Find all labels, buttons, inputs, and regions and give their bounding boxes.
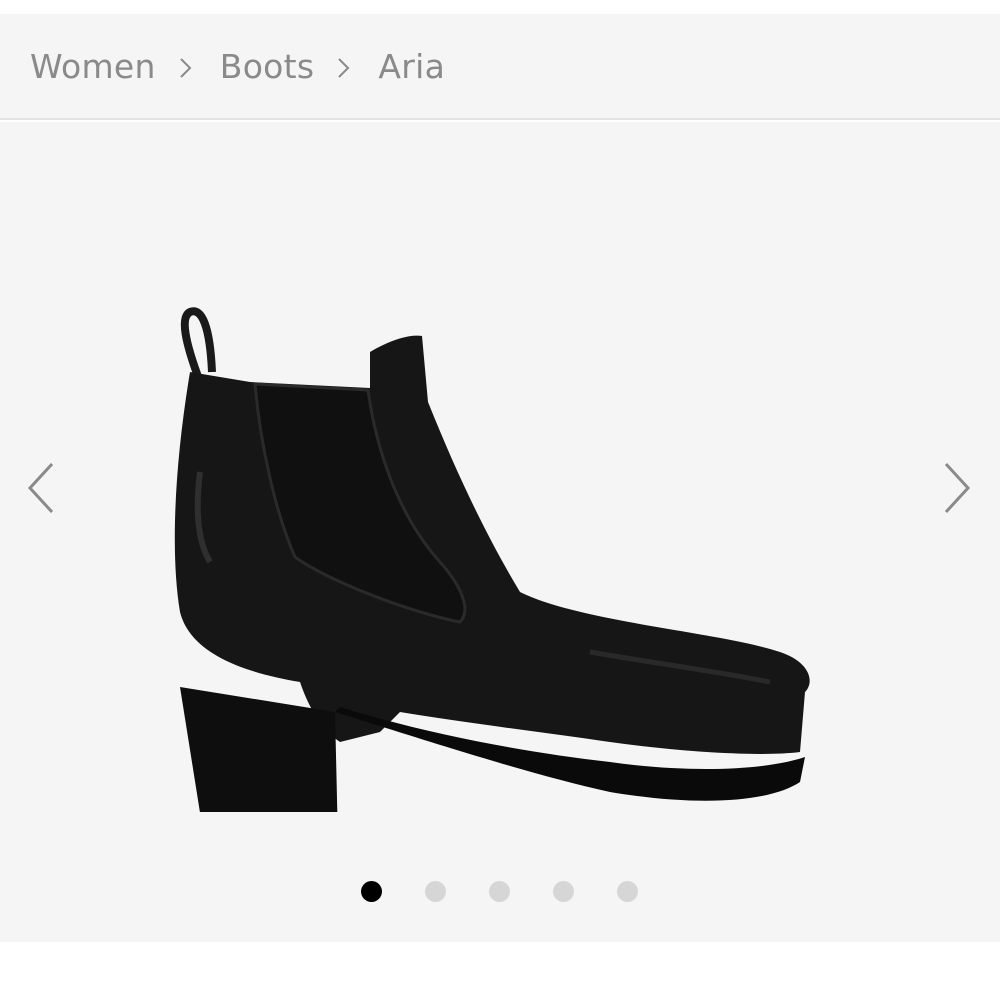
top-strip [0,0,1000,14]
bottom-strip [0,942,1000,1000]
pagination-dot[interactable] [617,881,638,902]
chevron-left-icon [27,462,54,514]
pagination-dot[interactable] [425,881,446,902]
gallery-prev-button[interactable] [22,460,62,516]
pagination-dot[interactable] [361,881,382,902]
pagination-dot[interactable] [553,881,574,902]
chevron-right-icon [944,462,971,514]
breadcrumb: Women Boots Aria [0,14,1000,120]
breadcrumb-item-women[interactable]: Women [30,47,156,86]
gallery-pagination [361,881,638,902]
chevron-right-icon [324,54,368,78]
chevron-right-icon [166,54,210,78]
product-gallery [0,122,1000,942]
breadcrumb-item-current: Aria [378,46,446,86]
product-image [174,307,810,812]
pagination-dot[interactable] [489,881,510,902]
gallery-next-button[interactable] [938,460,978,516]
breadcrumb-item-boots[interactable]: Boots [220,47,315,86]
